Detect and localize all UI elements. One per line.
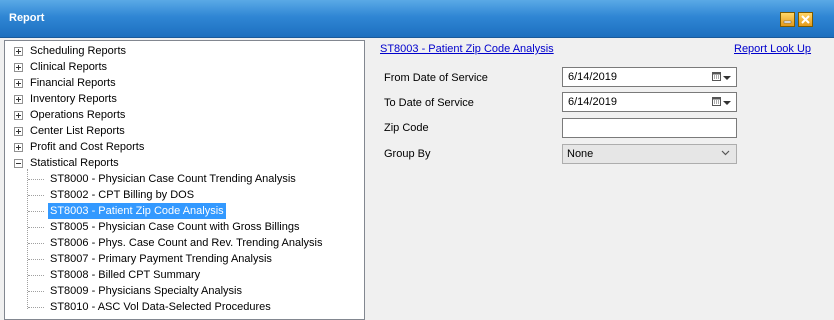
report-window: Report Scheduling Reports Clinical Repor…: [0, 0, 834, 320]
tree-node-label: Profit and Cost Reports: [30, 141, 145, 153]
report-tree[interactable]: Scheduling Reports Clinical Reports Fina…: [4, 40, 365, 320]
tree-leaf-label: ST8006 - Phys. Case Count and Rev. Trend…: [50, 237, 323, 249]
collapse-icon[interactable]: [14, 159, 23, 168]
tree-leaf-st8007[interactable]: ST8007 - Primary Payment Trending Analys…: [5, 251, 360, 267]
from-date-value: 6/14/2019: [568, 71, 617, 83]
calendar-icon[interactable]: [712, 97, 721, 106]
expand-icon[interactable]: [14, 79, 23, 88]
tree-node-label: Inventory Reports: [30, 93, 117, 105]
close-button[interactable]: [798, 12, 813, 27]
tree-connector: [28, 307, 44, 308]
to-date-label: To Date of Service: [384, 97, 474, 109]
tree-leaf-label: ST8000 - Physician Case Count Trending A…: [50, 173, 296, 185]
minimize-button[interactable]: [780, 12, 795, 27]
tree-leaf-st8008[interactable]: ST8008 - Billed CPT Summary: [5, 267, 360, 283]
expand-icon[interactable]: [14, 47, 23, 56]
zip-code-input[interactable]: [562, 118, 737, 138]
tree-connector: [28, 179, 44, 180]
tree-connector: [28, 243, 44, 244]
expand-icon[interactable]: [14, 127, 23, 136]
to-date-value: 6/14/2019: [568, 96, 617, 108]
tree-leaf-st8002[interactable]: ST8002 - CPT Billing by DOS: [5, 187, 360, 203]
tree-node-label: Financial Reports: [30, 77, 116, 89]
tree-node-label: Operations Reports: [30, 109, 126, 121]
tree-connector: [28, 227, 44, 228]
tree-connector: [28, 275, 44, 276]
tree-leaf-st8006[interactable]: ST8006 - Phys. Case Count and Rev. Trend…: [5, 235, 360, 251]
minimize-icon: [783, 20, 792, 24]
tree-leaf-st8003[interactable]: ST8003 - Patient Zip Code Analysis: [5, 203, 360, 219]
tree-node-label: Clinical Reports: [30, 61, 108, 73]
tree-leaf-label: ST8005 - Physician Case Count with Gross…: [50, 221, 300, 233]
selected-report-link[interactable]: ST8003 - Patient Zip Code Analysis: [380, 43, 554, 55]
tree-leaf-label: ST8010 - ASC Vol Data-Selected Procedure…: [50, 301, 271, 313]
calendar-icon[interactable]: [712, 72, 721, 81]
from-date-picker[interactable]: 6/14/2019: [562, 67, 737, 87]
tree-connector: [28, 259, 44, 260]
tree-leaf-st8010[interactable]: ST8010 - ASC Vol Data-Selected Procedure…: [5, 299, 360, 315]
expand-icon[interactable]: [14, 111, 23, 120]
tree-node-label: Statistical Reports: [30, 157, 119, 169]
chevron-down-icon[interactable]: [723, 76, 731, 80]
chevron-down-icon[interactable]: [723, 101, 731, 105]
tree-leaf-st8005[interactable]: ST8005 - Physician Case Count with Gross…: [5, 219, 360, 235]
tree-leaf-label: ST8009 - Physicians Specialty Analysis: [50, 285, 242, 297]
tree-node-label: Center List Reports: [30, 125, 125, 137]
to-date-picker[interactable]: 6/14/2019: [562, 92, 737, 112]
group-by-value: None: [567, 148, 594, 160]
tree-leaf-label: ST8002 - CPT Billing by DOS: [50, 189, 195, 201]
tree-leaf-st8000[interactable]: ST8000 - Physician Case Count Trending A…: [5, 171, 360, 187]
from-date-label: From Date of Service: [384, 72, 488, 84]
tree-leaf-st8009[interactable]: ST8009 - Physicians Specialty Analysis: [5, 283, 360, 299]
tree-connector: [28, 195, 44, 196]
window-title: Report: [9, 12, 45, 24]
expand-icon[interactable]: [14, 143, 23, 152]
expand-icon[interactable]: [14, 95, 23, 104]
close-icon: [801, 15, 810, 24]
report-lookup-link[interactable]: Report Look Up: [734, 43, 811, 55]
tree-node-label: Scheduling Reports: [30, 45, 127, 57]
group-by-label: Group By: [384, 148, 431, 160]
group-by-select[interactable]: None: [562, 144, 737, 164]
tree-leaf-label: ST8007 - Primary Payment Trending Analys…: [50, 253, 272, 265]
expand-icon[interactable]: [14, 63, 23, 72]
title-bar[interactable]: Report: [0, 0, 834, 38]
zip-code-label: Zip Code: [384, 122, 429, 134]
chevron-down-icon[interactable]: [721, 150, 730, 156]
tree-connector: [28, 211, 44, 212]
tree-connector: [28, 291, 44, 292]
tree-leaf-label: ST8008 - Billed CPT Summary: [50, 269, 201, 281]
tree-leaf-label-selected: ST8003 - Patient Zip Code Analysis: [48, 203, 226, 219]
